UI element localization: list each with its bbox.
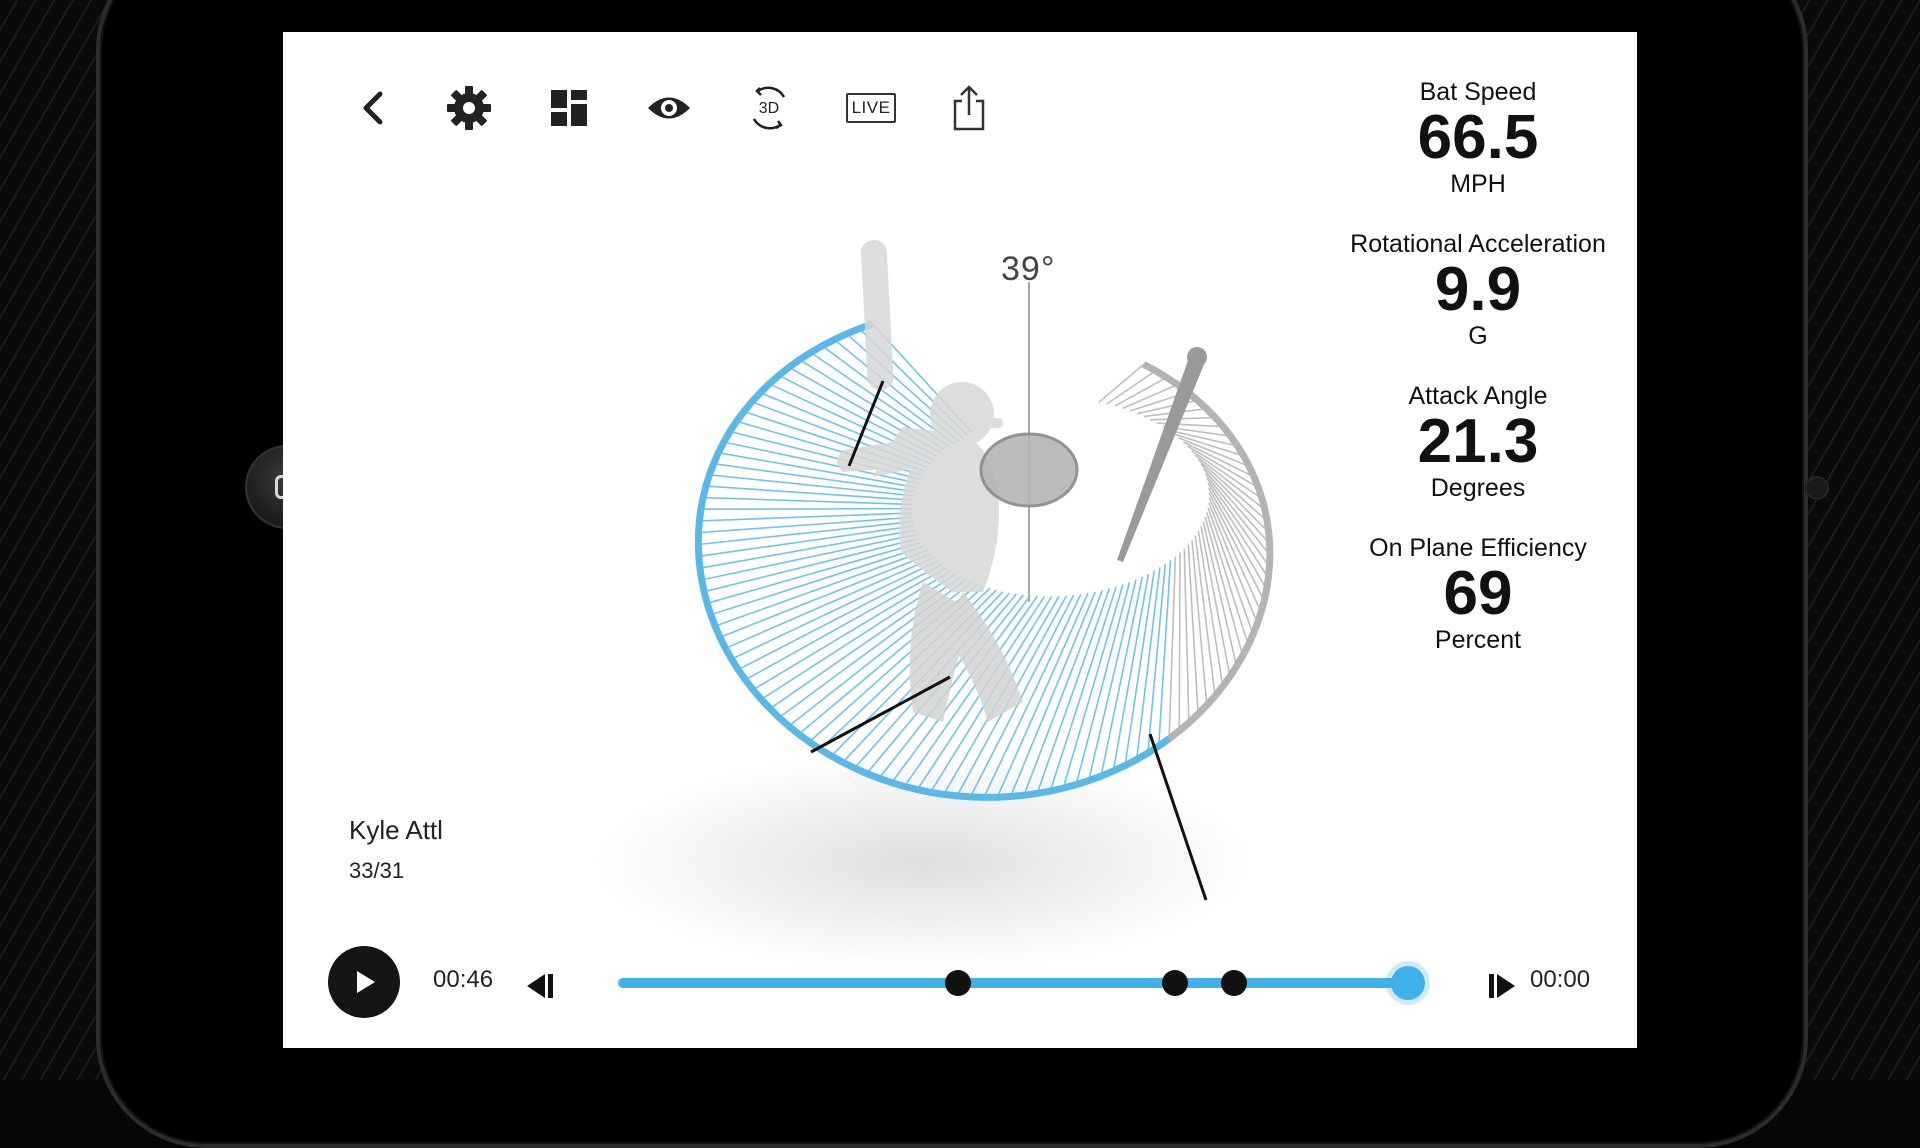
swing-path-line (1187, 544, 1199, 715)
metric-unit: G (1468, 322, 1488, 350)
metric-unit: Degrees (1430, 474, 1526, 502)
metric-unit: Percent (1434, 626, 1522, 654)
share-button[interactable] (939, 78, 999, 138)
scrubber-thumb[interactable] (1391, 966, 1425, 1000)
swing-path-line (725, 556, 935, 650)
swing-path-line (1157, 560, 1172, 747)
swing-path-line (699, 529, 916, 569)
live-label: LIVE (845, 93, 897, 123)
target-plane-marker (979, 282, 1079, 602)
swing-path-line (700, 507, 912, 511)
share-icon (953, 85, 985, 131)
metric-rotational-acceleration: Rotational Acceleration 9.9 G (1333, 230, 1623, 350)
play-icon (357, 971, 375, 993)
remaining-time: 00:00 (1530, 966, 1591, 993)
view-button[interactable] (639, 78, 699, 138)
chevron-left-icon (363, 91, 383, 125)
play-button[interactable] (328, 946, 400, 1018)
step-back-button[interactable] (519, 966, 559, 1006)
swing-path-line (1036, 588, 1111, 794)
metric-value: 9.9 (1434, 255, 1522, 324)
rotate-3d-label: 3D (759, 100, 779, 117)
rotate-3d-icon: 3D (752, 86, 786, 130)
metric-value: 69 (1443, 559, 1513, 628)
swing-path-line (710, 545, 925, 616)
front-camera (1805, 476, 1829, 500)
metric-label: On Plane Efficiency (1369, 534, 1587, 562)
swing-count: 33/31 (349, 858, 405, 883)
metric-label: Bat Speed (1419, 78, 1537, 106)
playback-bar: 00:46 00:00 (283, 932, 1637, 1018)
live-button[interactable]: LIVE (839, 78, 903, 138)
player-name: Kyle Attl (349, 815, 443, 845)
metric-attack-angle: Attack Angle 21.3 Degrees (1333, 382, 1623, 502)
metric-on-plane-efficiency: On Plane Efficiency 69 Percent (1333, 534, 1623, 654)
settings-button[interactable] (439, 78, 499, 138)
gear-icon (447, 86, 491, 130)
swing-path-line (706, 541, 922, 605)
scrubber-track[interactable] (618, 966, 1425, 1000)
elapsed-time: 00:46 (433, 966, 494, 993)
swing-path-line (1200, 526, 1231, 677)
metric-label: Attack Angle (1408, 382, 1548, 410)
swing-path-line (1150, 416, 1216, 421)
metric-unit: MPH (1450, 170, 1506, 198)
step-back-icon (527, 974, 553, 998)
dashboard-button[interactable] (539, 78, 599, 138)
step-forward-icon (1489, 974, 1515, 998)
eye-icon (648, 97, 690, 119)
player-info: Kyle Attl 33/31 (349, 815, 443, 884)
swing-path-line (1178, 552, 1181, 731)
swing-path-line (1168, 556, 1177, 739)
grid-icon (551, 90, 587, 126)
swing-phase-marker[interactable] (1161, 970, 1188, 996)
metric-value: 66.5 (1417, 103, 1539, 172)
step-forward-button[interactable] (1483, 966, 1523, 1006)
swing-path-line (1183, 548, 1190, 723)
app-screen: 39° 3D LIVE Bat Speed 66.5 MPH Rotationa… (283, 32, 1637, 1048)
metric-bat-speed: Bat Speed 66.5 MPH (1333, 78, 1623, 198)
angle-label: 39° (1001, 250, 1056, 288)
swing-path-line (1100, 576, 1144, 777)
metric-label: Rotational Acceleration (1350, 230, 1606, 258)
rotate-3d-button[interactable]: 3D (739, 78, 799, 138)
swing-path-line (1075, 581, 1131, 785)
back-button[interactable] (343, 78, 403, 138)
swing-phase-marker[interactable] (1221, 970, 1248, 996)
metric-value: 21.3 (1417, 407, 1539, 476)
swing-phase-marker[interactable] (944, 970, 971, 996)
